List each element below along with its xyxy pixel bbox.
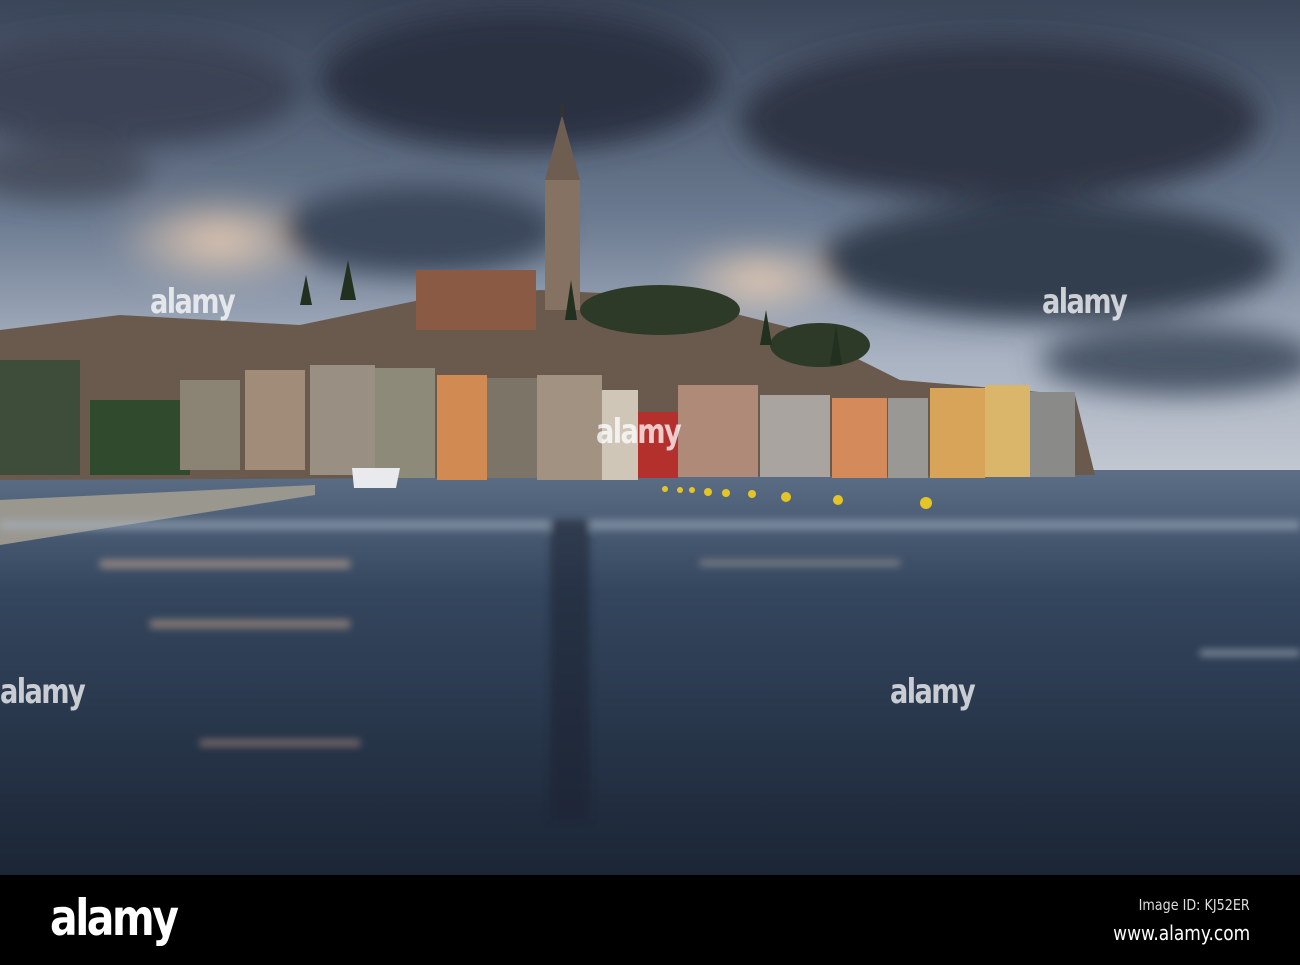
boat xyxy=(352,468,400,488)
alamy-logo: alamy xyxy=(50,889,179,947)
sea xyxy=(0,470,1300,875)
watermark-text: alamy xyxy=(0,672,86,712)
watermark-text: alamy xyxy=(150,282,236,322)
watermark-text: alamy xyxy=(596,412,682,452)
image-id: Image ID: KJ52ER xyxy=(1138,896,1250,914)
website-link: www.alamy.com xyxy=(1112,921,1250,945)
watermark-text: alamy xyxy=(1042,282,1128,322)
footer-bar: alamy Image ID: KJ52ER www.alamy.com xyxy=(0,875,1300,965)
watermark-text: alamy xyxy=(890,672,976,712)
